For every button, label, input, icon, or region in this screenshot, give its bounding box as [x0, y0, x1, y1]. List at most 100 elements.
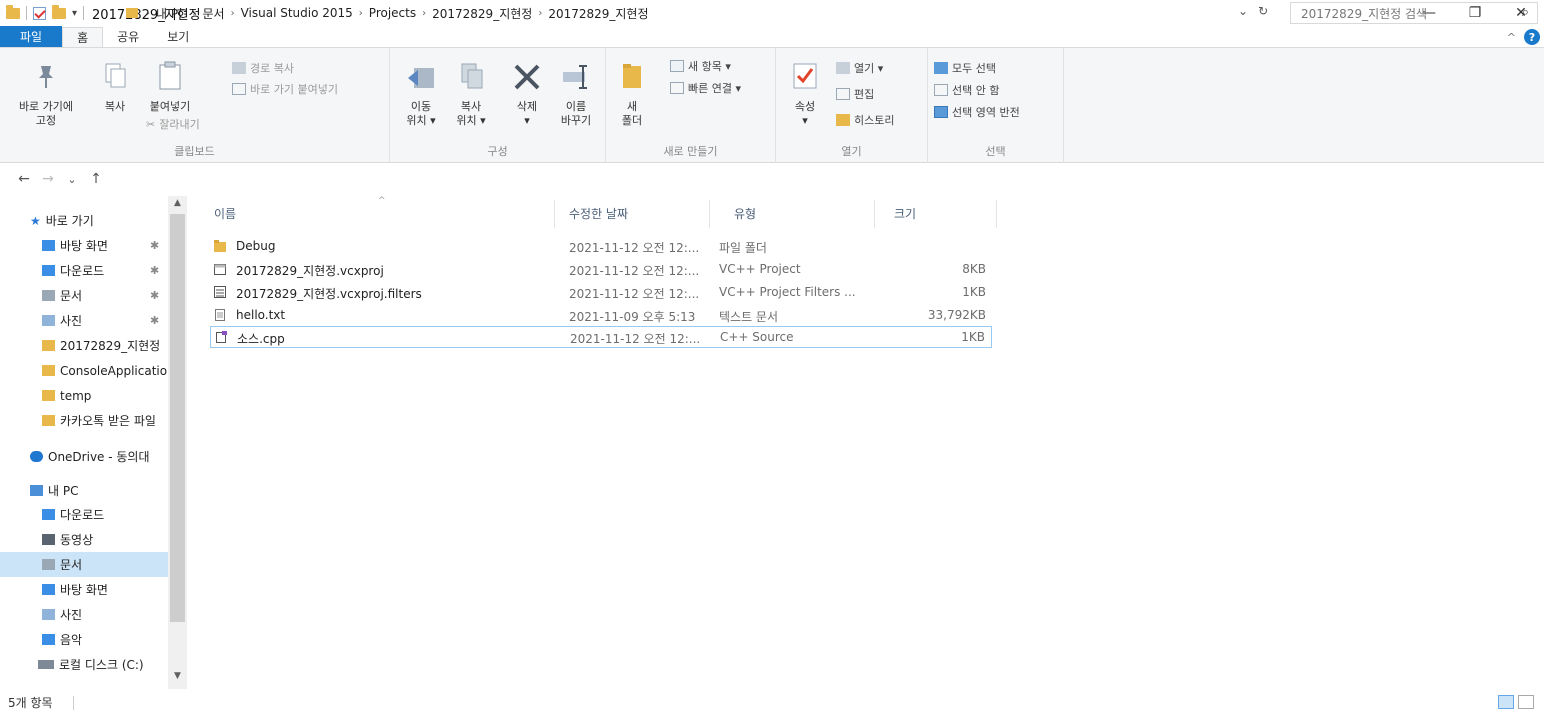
- new-folder-button[interactable]: 새 폴더: [612, 60, 652, 128]
- nav-pc-music[interactable]: 음악: [0, 627, 168, 652]
- nav-item-pictures[interactable]: 사진 ✱: [0, 308, 168, 333]
- table-row[interactable]: hello.txt 2021-11-09 오후 5:13 텍스트 문서 33,7…: [210, 305, 992, 327]
- scroll-up-icon[interactable]: ▲: [168, 198, 187, 214]
- pin-to-quick-access-button[interactable]: 바로 가기에 고정: [6, 60, 86, 128]
- nav-pc-videos[interactable]: 동영상: [0, 527, 168, 552]
- pin-icon[interactable]: ✱: [150, 289, 159, 302]
- history-button[interactable]: 히스토리: [836, 112, 894, 128]
- copy-to-button[interactable]: 복사 위치 ▾: [448, 60, 494, 128]
- nav-pc-desktop[interactable]: 바탕 화면: [0, 577, 168, 602]
- table-row[interactable]: 소스.cpp 2021-11-12 오전 12:... C++ Source 1…: [210, 326, 992, 348]
- edit-button[interactable]: 편집: [836, 86, 874, 102]
- column-header-type[interactable]: 유형: [734, 196, 874, 230]
- rename-button[interactable]: 이름 바꾸기: [552, 60, 600, 128]
- column-divider[interactable]: [996, 200, 997, 228]
- paste-button[interactable]: 붙여넣기: [138, 60, 202, 114]
- breadcrumb-item[interactable]: Projects: [369, 6, 416, 20]
- open-button[interactable]: 열기 ▾: [836, 60, 883, 76]
- tab-share[interactable]: 공유: [103, 26, 153, 47]
- address-bar[interactable]: › 내 PC › 문서 › Visual Studio 2015 › Proje…: [126, 2, 1252, 24]
- folder-icon: [126, 8, 138, 18]
- column-header-size[interactable]: 크기: [894, 196, 994, 230]
- pin-icon[interactable]: ✱: [150, 314, 159, 327]
- cut-button[interactable]: ✂ 잘라내기: [146, 116, 200, 132]
- nav-onedrive[interactable]: OneDrive - 동의대: [0, 444, 168, 469]
- search-icon[interactable]: ⌕: [1522, 5, 1529, 20]
- delete-dropdown-icon[interactable]: ▾: [504, 114, 550, 128]
- column-header-name[interactable]: 이름: [214, 196, 554, 230]
- nav-item-desktop[interactable]: 바탕 화면 ✱: [0, 233, 168, 258]
- forward-button[interactable]: →: [36, 171, 60, 187]
- nav-pc-pictures[interactable]: 사진: [0, 602, 168, 627]
- nav-item-consoleapplication[interactable]: ConsoleApplication: [0, 358, 168, 383]
- properties-dropdown-icon[interactable]: ▾: [782, 114, 828, 128]
- nav-item-downloads[interactable]: 다운로드 ✱: [0, 258, 168, 283]
- easy-access-button[interactable]: 빠른 연결 ▾: [670, 80, 741, 96]
- back-button[interactable]: ←: [12, 171, 36, 187]
- copy-button[interactable]: 복사: [92, 60, 138, 114]
- delete-button[interactable]: 삭제 ▾: [504, 60, 550, 128]
- properties-button[interactable]: 속성 ▾: [782, 60, 828, 128]
- breadcrumb-item[interactable]: 내 PC: [156, 5, 186, 22]
- tab-file[interactable]: 파일: [0, 26, 63, 47]
- table-row[interactable]: 20172829_지현정.vcxproj 2021-11-12 오전 12:..…: [210, 259, 992, 281]
- details-view-icon[interactable]: [1498, 695, 1514, 709]
- new-folder-quick-icon[interactable]: [52, 4, 66, 19]
- recent-locations-button[interactable]: ⌄: [60, 173, 84, 186]
- scrollbar-thumb[interactable]: [170, 214, 185, 622]
- customize-quick-access-chevron-icon[interactable]: ▾: [72, 8, 77, 19]
- large-icons-view-icon[interactable]: [1518, 695, 1534, 709]
- new-item-button[interactable]: 새 항목 ▾: [670, 58, 731, 74]
- breadcrumb-item[interactable]: 20172829_지현정: [432, 5, 532, 22]
- paste-shortcut-button[interactable]: 바로 가기 붙여넣기: [232, 81, 338, 97]
- breadcrumb-separator[interactable]: ›: [192, 8, 196, 19]
- nav-pc-downloads[interactable]: 다운로드: [0, 502, 168, 527]
- paste-shortcut-icon: [232, 83, 246, 95]
- breadcrumb-separator[interactable]: ›: [359, 8, 363, 19]
- breadcrumb-separator[interactable]: ›: [422, 8, 426, 19]
- refresh-icon[interactable]: ↻: [1258, 4, 1268, 18]
- up-button[interactable]: ↑: [84, 171, 108, 187]
- nav-quick-access[interactable]: ★ 바로 가기: [0, 208, 168, 233]
- help-icon[interactable]: ?: [1524, 29, 1540, 45]
- collapse-ribbon-icon[interactable]: ^: [1507, 31, 1516, 44]
- tab-home[interactable]: 홈: [62, 27, 104, 47]
- properties-quick-icon[interactable]: [33, 6, 46, 20]
- table-row[interactable]: Debug 2021-11-12 오전 12:... 파일 폴더: [210, 236, 992, 258]
- select-none-button[interactable]: 선택 안 함: [934, 82, 999, 98]
- invert-selection-button[interactable]: 선택 영역 반전: [934, 104, 1020, 120]
- breadcrumb-item[interactable]: 20172829_지현정: [548, 5, 648, 22]
- nav-pc-local-disk[interactable]: 로컬 디스크 (C:): [0, 652, 168, 677]
- column-divider[interactable]: [554, 200, 555, 228]
- column-divider[interactable]: [709, 200, 710, 228]
- properties-label: 속성: [794, 100, 816, 113]
- pin-icon[interactable]: ✱: [150, 264, 159, 277]
- search-input[interactable]: 20172829_지현정 검색 ⌕: [1290, 2, 1538, 24]
- breadcrumb-separator[interactable]: ›: [146, 8, 150, 19]
- breadcrumb-item[interactable]: 문서: [202, 5, 224, 22]
- tab-view[interactable]: 보기: [153, 26, 203, 47]
- address-dropdown-icon[interactable]: ⌄: [1238, 4, 1248, 18]
- nav-item-project-folder[interactable]: 20172829_지현정: [0, 333, 168, 358]
- search-placeholder: 20172829_지현정 검색: [1301, 6, 1428, 21]
- nav-item-documents[interactable]: 문서 ✱: [0, 283, 168, 308]
- nav-item-temp[interactable]: temp: [0, 383, 168, 408]
- table-row[interactable]: 20172829_지현정.vcxproj.filters 2021-11-12 …: [210, 282, 992, 304]
- column-divider[interactable]: [874, 200, 875, 228]
- move-to-button[interactable]: 이동 위치 ▾: [398, 60, 444, 128]
- breadcrumb-separator[interactable]: ›: [538, 8, 542, 19]
- pin-icon[interactable]: ✱: [150, 239, 159, 252]
- copy-path-button[interactable]: 경로 복사: [232, 60, 294, 76]
- nav-this-pc[interactable]: 내 PC: [0, 478, 168, 503]
- nav-label: 내 PC: [48, 484, 79, 498]
- navigation-scrollbar[interactable]: ▲ ▼: [168, 196, 187, 689]
- breadcrumb-item[interactable]: Visual Studio 2015: [241, 6, 353, 20]
- select-all-button[interactable]: 모두 선택: [934, 60, 996, 76]
- file-type: 텍스트 문서: [719, 310, 779, 324]
- nav-item-kakaotalk[interactable]: 카카오톡 받은 파일: [0, 408, 168, 433]
- file-name: 20172829_지현정.vcxproj.filters: [236, 287, 422, 301]
- nav-pc-documents[interactable]: 문서: [0, 552, 168, 577]
- breadcrumb-separator[interactable]: ›: [231, 8, 235, 19]
- scroll-down-icon[interactable]: ▼: [168, 671, 187, 687]
- column-header-date[interactable]: 수정한 날짜: [569, 196, 709, 230]
